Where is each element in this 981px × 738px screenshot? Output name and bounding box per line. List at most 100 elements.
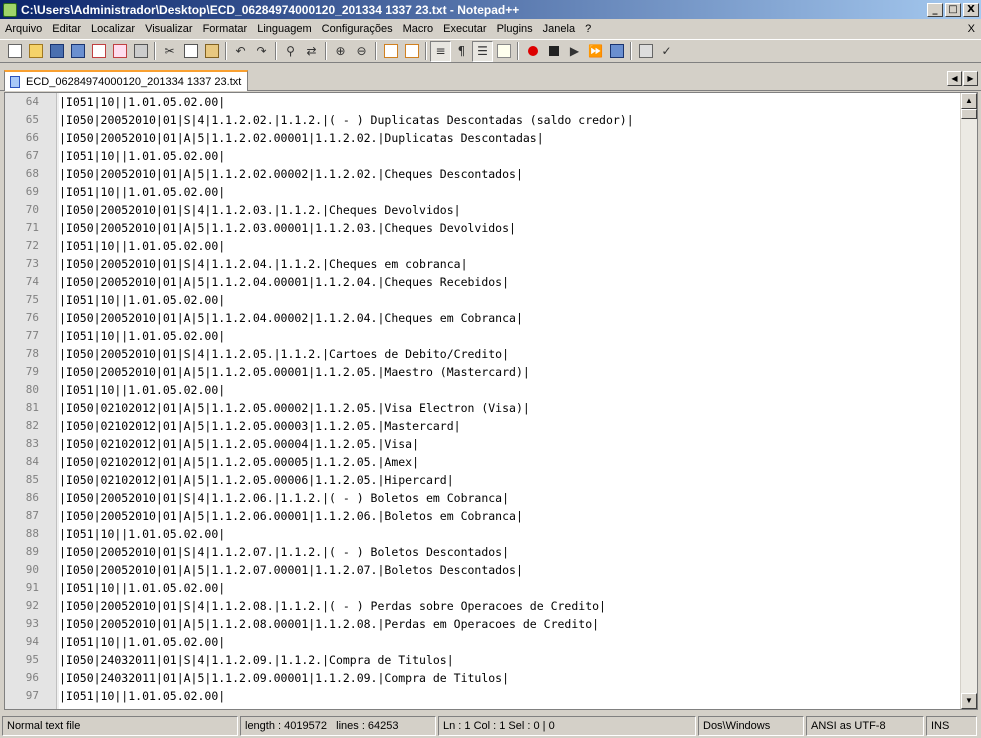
line-text: |I050|20052010|01|S|4|1.1.2.03.|1.1.2.|C… (59, 203, 461, 217)
line-text: |I051|10||1.01.05.02.00| (59, 527, 226, 541)
menu-linguagem[interactable]: Linguagem (252, 19, 316, 39)
line-number: 89 (25, 545, 39, 558)
run-macro-multiple-icon[interactable]: ⏩ (585, 41, 606, 62)
toolbar-separator (630, 42, 632, 60)
line-text: |I051|10||1.01.05.02.00| (59, 149, 226, 163)
doc-map-icon[interactable] (493, 41, 514, 62)
menu-formatar[interactable]: Formatar (198, 19, 253, 39)
line-number: 96 (25, 671, 39, 684)
line-text: |I050|02102012|01|A|5|1.1.2.05.00002|1.1… (59, 401, 530, 415)
tab-current-file[interactable]: ECD_06284974000120_201334 1337 23.txt (4, 70, 248, 91)
tab-scroll-right-button[interactable]: ▶ (963, 71, 978, 86)
show-all-chars-icon[interactable]: ¶ (451, 41, 472, 62)
sync-vertical-icon[interactable] (380, 41, 401, 62)
copy-icon[interactable] (180, 41, 201, 62)
indent-guide-icon[interactable]: ☰ (472, 40, 493, 62)
abc-check-icon[interactable]: ✓ (656, 41, 677, 62)
menu-arquivo[interactable]: Arquivo (0, 19, 47, 39)
toolbar-separator (425, 42, 427, 60)
cut-icon[interactable]: ✂ (159, 41, 180, 62)
save-macro-icon[interactable] (606, 41, 627, 62)
line-text: |I050|20052010|01|A|5|1.1.2.04.00002|1.1… (59, 311, 523, 325)
play-macro-icon[interactable]: ▶ (564, 41, 585, 62)
vertical-scrollbar[interactable]: ▲ ▼ (960, 93, 977, 709)
menu-janela[interactable]: Janela (538, 19, 580, 39)
scroll-down-button[interactable]: ▼ (961, 693, 977, 709)
line-number: 70 (25, 203, 39, 216)
sync-horizontal-icon[interactable] (401, 41, 422, 62)
menu-editar[interactable]: Editar (47, 19, 86, 39)
notepadpp-app-icon (3, 2, 17, 17)
toolbar-separator (325, 42, 327, 60)
line-number: 83 (25, 437, 39, 450)
status-file-type: Normal text file (2, 716, 238, 736)
menu-help[interactable]: ? (580, 19, 596, 39)
line-text: |I050|20052010|01|A|5|1.1.2.04.00001|1.1… (59, 275, 510, 289)
tab-scroll-left-button[interactable]: ◀ (947, 71, 962, 86)
scroll-up-button[interactable]: ▲ (961, 93, 977, 109)
line-text: |I050|24032011|01|A|5|1.1.2.09.00001|1.1… (59, 671, 510, 685)
save-all-icon[interactable] (67, 41, 88, 62)
line-text: |I051|10||1.01.05.02.00| (59, 689, 226, 703)
line-number: 73 (25, 257, 39, 270)
print-icon[interactable] (130, 41, 151, 62)
status-lines-value: lines : 64253 (336, 720, 399, 732)
menu-localizar[interactable]: Localizar (86, 19, 140, 39)
line-number: 86 (25, 491, 39, 504)
close-all-icon[interactable] (109, 41, 130, 62)
line-number: 72 (25, 239, 39, 252)
line-number: 84 (25, 455, 39, 468)
open-file-icon[interactable] (25, 41, 46, 62)
line-number: 77 (25, 329, 39, 342)
redo-icon[interactable]: ↷ (251, 41, 272, 62)
line-number: 94 (25, 635, 39, 648)
line-text: |I050|20052010|01|A|5|1.1.2.07.00001|1.1… (59, 563, 523, 577)
record-macro-icon[interactable] (522, 41, 543, 62)
line-text: |I050|20052010|01|A|5|1.1.2.06.00001|1.1… (59, 509, 523, 523)
line-text: |I050|20052010|01|A|5|1.1.2.05.00001|1.1… (59, 365, 530, 379)
title-bar: C:\Users\Administrador\Desktop\ECD_06284… (0, 0, 981, 19)
line-number: 90 (25, 563, 39, 576)
line-text: |I050|20052010|01|S|4|1.1.2.02.|1.1.2.|(… (59, 113, 634, 127)
new-file-icon[interactable] (4, 41, 25, 62)
close-window-button[interactable]: X (963, 2, 979, 17)
menu-executar[interactable]: Executar (438, 19, 491, 39)
close-icon[interactable] (88, 41, 109, 62)
menu-configuracoes[interactable]: Configurações (317, 19, 398, 39)
maximize-button[interactable]: □ (945, 2, 961, 17)
undo-icon[interactable]: ↶ (230, 41, 251, 62)
status-insert-mode: INS (926, 716, 977, 736)
line-text: |I050|20052010|01|S|4|1.1.2.06.|1.1.2.|(… (59, 491, 510, 505)
zoom-out-icon[interactable]: ⊖ (351, 41, 372, 62)
line-text: |I050|20052010|01|A|5|1.1.2.08.00001|1.1… (59, 617, 600, 631)
line-number: 69 (25, 185, 39, 198)
toolbar-separator (275, 42, 277, 60)
line-number: 75 (25, 293, 39, 306)
menu-visualizar[interactable]: Visualizar (140, 19, 198, 39)
menu-macro[interactable]: Macro (398, 19, 439, 39)
find-icon[interactable]: ⚲ (280, 41, 301, 62)
zoom-in-icon[interactable]: ⊕ (330, 41, 351, 62)
line-text: |I050|20052010|01|S|4|1.1.2.04.|1.1.2.|C… (59, 257, 468, 271)
status-position: Ln : 1 Col : 1 Sel : 0 | 0 (438, 716, 696, 736)
word-wrap-icon[interactable]: ≡ (430, 40, 451, 62)
menu-plugins[interactable]: Plugins (492, 19, 538, 39)
line-text: |I051|10||1.01.05.02.00| (59, 383, 226, 397)
close-document-button[interactable]: X (968, 19, 975, 39)
save-icon[interactable] (46, 41, 67, 62)
menu-bar: Arquivo Editar Localizar Visualizar Form… (0, 19, 981, 39)
minimize-button[interactable]: _ (927, 2, 943, 17)
toolbar-separator (225, 42, 227, 60)
spell-check-icon[interactable] (635, 41, 656, 62)
line-text: |I050|02102012|01|A|5|1.1.2.05.00006|1.1… (59, 473, 454, 487)
text-editor[interactable]: 64 |I051|10||1.01.05.02.00| 65 |I050|200520… (4, 92, 978, 710)
line-text: |I050|20052010|01|S|4|1.1.2.05.|1.1.2.|C… (59, 347, 510, 361)
toolbar-separator (517, 42, 519, 60)
status-length-value: length : 4019572 (245, 720, 327, 732)
line-number: 97 (25, 689, 39, 702)
line-number: 71 (25, 221, 39, 234)
stop-macro-icon[interactable] (543, 41, 564, 62)
paste-icon[interactable] (201, 41, 222, 62)
replace-icon[interactable]: ⇄ (301, 41, 322, 62)
scroll-thumb[interactable] (961, 109, 977, 119)
